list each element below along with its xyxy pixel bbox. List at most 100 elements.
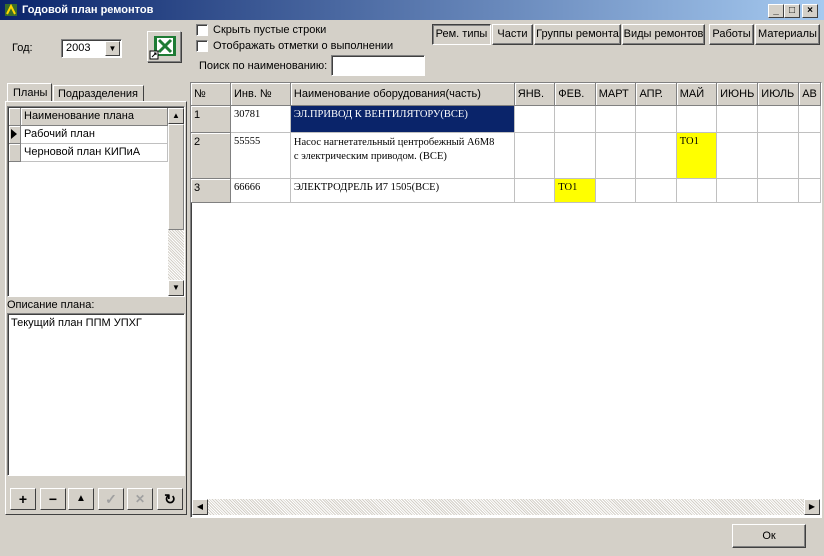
month-cell[interactable] bbox=[595, 105, 637, 133]
month-cell[interactable] bbox=[554, 105, 596, 133]
plan-row[interactable]: Черновой план КИПиА bbox=[21, 144, 168, 162]
month-cell[interactable] bbox=[757, 178, 800, 203]
repair-groups-button[interactable]: Группы ремонта bbox=[534, 24, 621, 45]
month-cell[interactable] bbox=[716, 178, 759, 203]
materials-button[interactable]: Материалы bbox=[755, 24, 820, 45]
month-cell[interactable]: ТО1 bbox=[554, 178, 596, 203]
month-cell[interactable] bbox=[514, 132, 556, 179]
maximize-button[interactable]: □ bbox=[784, 4, 800, 18]
row-number: 3 bbox=[191, 178, 231, 203]
month-cell[interactable] bbox=[635, 178, 677, 203]
grid-table: № Инв. № Наименование оборудования(часть… bbox=[191, 83, 821, 203]
inv-cell[interactable]: 55555 bbox=[230, 132, 291, 179]
plan-description-field[interactable]: Текущий план ППМ УПХГ bbox=[7, 313, 185, 476]
row-indicator bbox=[9, 126, 21, 144]
add-button[interactable]: + bbox=[10, 488, 36, 510]
plans-header: Наименование плана bbox=[21, 108, 168, 126]
equipment-name-cell[interactable]: ЭЛ.ПРИВОД К ВЕНТИЛЯТОРУ(ВСЕ) bbox=[290, 105, 515, 133]
close-button[interactable]: × bbox=[802, 4, 818, 18]
month-cell[interactable] bbox=[798, 132, 821, 179]
hide-empty-checkbox[interactable] bbox=[196, 24, 208, 37]
plans-indicator-header bbox=[9, 108, 21, 126]
window-title: Годовой план ремонтов bbox=[22, 4, 154, 16]
col-header-jan[interactable]: ЯНВ. bbox=[514, 83, 556, 106]
month-cell[interactable] bbox=[635, 105, 677, 133]
inv-cell[interactable]: 30781 bbox=[230, 105, 291, 133]
ok-button[interactable]: Ок bbox=[732, 524, 806, 548]
equipment-name: ЭЛ.ПРИВОД К ВЕНТИЛЯТОРУ(ВСЕ) bbox=[293, 108, 468, 120]
cancel-edit-button[interactable]: ✕ bbox=[127, 488, 153, 510]
chevron-down-icon[interactable]: ▼ bbox=[105, 41, 120, 56]
year-select[interactable]: 2003 ▼ bbox=[61, 39, 122, 58]
col-header-num[interactable]: № bbox=[191, 83, 231, 106]
move-up-button[interactable]: ▲ bbox=[68, 488, 94, 510]
month-cell[interactable] bbox=[757, 132, 800, 179]
col-header-may[interactable]: МАЙ bbox=[676, 83, 718, 106]
month-cell[interactable] bbox=[798, 178, 821, 203]
tab-plans[interactable]: Планы bbox=[7, 83, 52, 102]
excel-export-button[interactable] bbox=[147, 31, 181, 62]
table-row[interactable]: 2 55555 Насос нагнетательный центробежны… bbox=[191, 132, 821, 179]
month-cell[interactable] bbox=[635, 132, 677, 179]
inv-cell[interactable]: 66666 bbox=[230, 178, 291, 203]
hide-empty-label: Скрыть пустые строки bbox=[213, 24, 327, 36]
rem-types-button[interactable]: Рем. типы bbox=[432, 24, 491, 45]
works-button[interactable]: Работы bbox=[709, 24, 754, 45]
month-cell[interactable] bbox=[554, 132, 596, 179]
show-marks-label: Отображать отметки о выполнении bbox=[213, 40, 394, 52]
month-cell[interactable] bbox=[514, 105, 556, 133]
plan-description-label: Описание плана: bbox=[7, 299, 95, 311]
month-cell[interactable] bbox=[595, 178, 637, 203]
plan-row[interactable]: Рабочий план bbox=[21, 126, 168, 144]
month-cell[interactable] bbox=[716, 132, 759, 179]
grid-hscroll[interactable]: ◀ ▶ bbox=[192, 499, 820, 515]
table-row[interactable]: 1 30781 ЭЛ.ПРИВОД К ВЕНТИЛЯТОРУ(ВСЕ) bbox=[191, 105, 821, 133]
month-cell[interactable] bbox=[676, 105, 718, 133]
month-cell[interactable] bbox=[798, 105, 821, 133]
month-cell[interactable] bbox=[716, 105, 759, 133]
search-input[interactable] bbox=[331, 55, 425, 76]
scroll-down-icon[interactable]: ▼ bbox=[168, 280, 184, 296]
minimize-button[interactable]: _ bbox=[768, 4, 784, 18]
col-header-mar[interactable]: МАРТ bbox=[595, 83, 637, 106]
row-number: 2 bbox=[191, 132, 231, 179]
tab-departments[interactable]: Подразделения bbox=[53, 85, 144, 102]
col-header-feb[interactable]: ФЕВ. bbox=[554, 83, 596, 106]
year-label: Год: bbox=[12, 42, 33, 54]
col-header-jul[interactable]: ИЮЛЬ bbox=[757, 83, 800, 106]
month-cell[interactable] bbox=[514, 178, 556, 203]
delete-button[interactable]: − bbox=[40, 488, 66, 510]
scroll-right-icon[interactable]: ▶ bbox=[804, 499, 820, 515]
month-cell[interactable] bbox=[595, 132, 637, 179]
month-cell[interactable]: ТО1 bbox=[676, 132, 718, 179]
month-cell[interactable] bbox=[676, 178, 718, 203]
search-label: Поиск по наименованию: bbox=[199, 60, 328, 72]
current-row-arrow-icon bbox=[11, 129, 17, 139]
col-header-apr[interactable]: АПР. bbox=[635, 83, 677, 106]
show-marks-option[interactable]: Отображать отметки о выполнении bbox=[196, 40, 394, 53]
repair-kinds-button[interactable]: Виды ремонтов bbox=[622, 24, 705, 45]
col-header-inv[interactable]: Инв. № bbox=[230, 83, 291, 106]
scroll-left-icon[interactable]: ◀ bbox=[192, 499, 208, 515]
post-button[interactable]: ✓ bbox=[98, 488, 124, 510]
table-row[interactable]: 3 66666 ЭЛЕКТРОДРЕЛЬ И7 1505(ВСЕ) ТО1 bbox=[191, 178, 821, 203]
show-marks-checkbox[interactable] bbox=[196, 40, 208, 53]
refresh-button[interactable]: ↻ bbox=[157, 488, 183, 510]
equipment-name: ЭЛЕКТРОДРЕЛЬ И7 1505(ВСЕ) bbox=[293, 181, 440, 193]
equipment-name-cell[interactable]: Насос нагнетательный центробежный А6М8 с … bbox=[290, 132, 515, 179]
year-value: 2003 bbox=[66, 42, 91, 54]
scroll-thumb[interactable] bbox=[168, 124, 184, 230]
col-header-aug[interactable]: АВ bbox=[798, 83, 821, 106]
excel-icon bbox=[149, 36, 176, 60]
row-number: 1 bbox=[191, 105, 231, 133]
hide-empty-option[interactable]: Скрыть пустые строки bbox=[196, 24, 327, 37]
app-icon bbox=[5, 3, 17, 16]
month-cell[interactable] bbox=[757, 105, 800, 133]
col-header-name[interactable]: Наименование оборудования(часть) bbox=[290, 83, 515, 106]
plans-vscroll[interactable]: ▲ ▼ bbox=[168, 108, 184, 296]
equipment-name-cell[interactable]: ЭЛЕКТРОДРЕЛЬ И7 1505(ВСЕ) bbox=[290, 178, 515, 203]
col-header-jun[interactable]: ИЮНЬ bbox=[716, 83, 759, 106]
scroll-up-icon[interactable]: ▲ bbox=[168, 108, 184, 124]
title-bar: Годовой план ремонтов _ □ × bbox=[0, 0, 824, 20]
parts-button[interactable]: Части bbox=[492, 24, 533, 45]
